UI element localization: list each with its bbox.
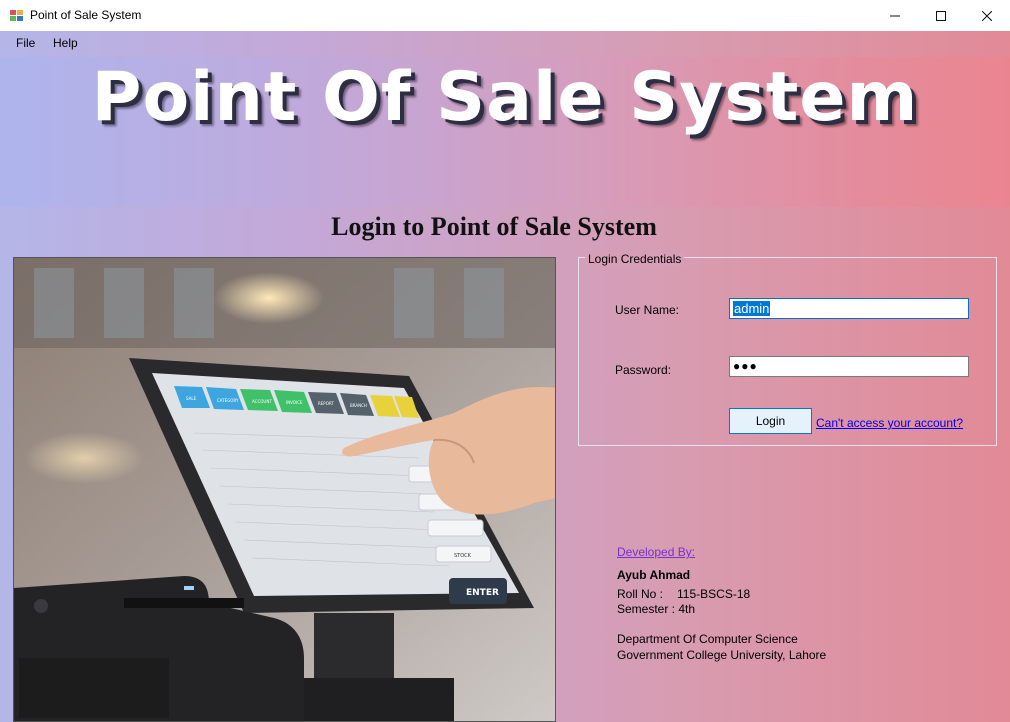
- window-title: Point of Sale System: [30, 8, 142, 22]
- svg-text:REPORT: REPORT: [318, 401, 334, 406]
- close-icon: [982, 10, 992, 21]
- close-button[interactable]: [964, 0, 1010, 31]
- pos-terminal-image: SALE CATEGORY ACCOUNT INVOICE REPORT BRA…: [13, 257, 556, 722]
- svg-text:ACCOUNT: ACCOUNT: [252, 399, 272, 404]
- password-input[interactable]: ●●●: [729, 356, 969, 377]
- banner-title: Point Of Sale System: [91, 58, 919, 137]
- university: Government College University, Lahore: [617, 648, 827, 662]
- roll-label: Roll No :: [617, 587, 664, 601]
- password-label: Password:: [615, 363, 672, 377]
- department: Department Of Computer Science: [617, 632, 798, 646]
- app-icon: [10, 10, 23, 21]
- menu-file[interactable]: File: [16, 36, 35, 50]
- svg-text:ENTER: ENTER: [466, 588, 499, 598]
- group-label: Login Credentials: [585, 252, 685, 266]
- title-bar: Point of Sale System: [0, 0, 1010, 32]
- svg-text:SALE: SALE: [186, 396, 197, 401]
- maximize-icon: [936, 10, 946, 21]
- svg-text:BRANCH: BRANCH: [350, 403, 367, 408]
- username-label: User Name:: [615, 303, 680, 317]
- developed-by-heading: Developed By:: [617, 545, 696, 559]
- semester: Semester : 4th: [617, 602, 696, 616]
- svg-text:STOCK: STOCK: [454, 553, 472, 559]
- menu-bar: File Help: [0, 31, 1010, 55]
- username-input[interactable]: admin: [729, 298, 969, 319]
- roll-value: 115-BSCS-18: [677, 587, 751, 601]
- username-value: admin: [733, 301, 771, 316]
- minimize-button[interactable]: [872, 0, 918, 31]
- password-value: ●●●: [733, 359, 758, 373]
- login-button[interactable]: Login: [729, 408, 812, 434]
- svg-text:INVOICE: INVOICE: [286, 400, 303, 405]
- menu-help[interactable]: Help: [53, 36, 78, 50]
- minimize-icon: [890, 15, 900, 16]
- roll-number: Roll No : 115-BSCS-18: [617, 587, 750, 601]
- cant-access-account-link[interactable]: Can't access your account?: [816, 416, 963, 430]
- maximize-button[interactable]: [918, 0, 964, 31]
- developer-name: Ayub Ahmad: [617, 568, 691, 582]
- page-heading: Login to Point of Sale System: [331, 212, 657, 241]
- pos-terminal-illustration: SALE CATEGORY ACCOUNT INVOICE REPORT BRA…: [14, 258, 555, 721]
- svg-text:CATEGORY: CATEGORY: [217, 398, 239, 403]
